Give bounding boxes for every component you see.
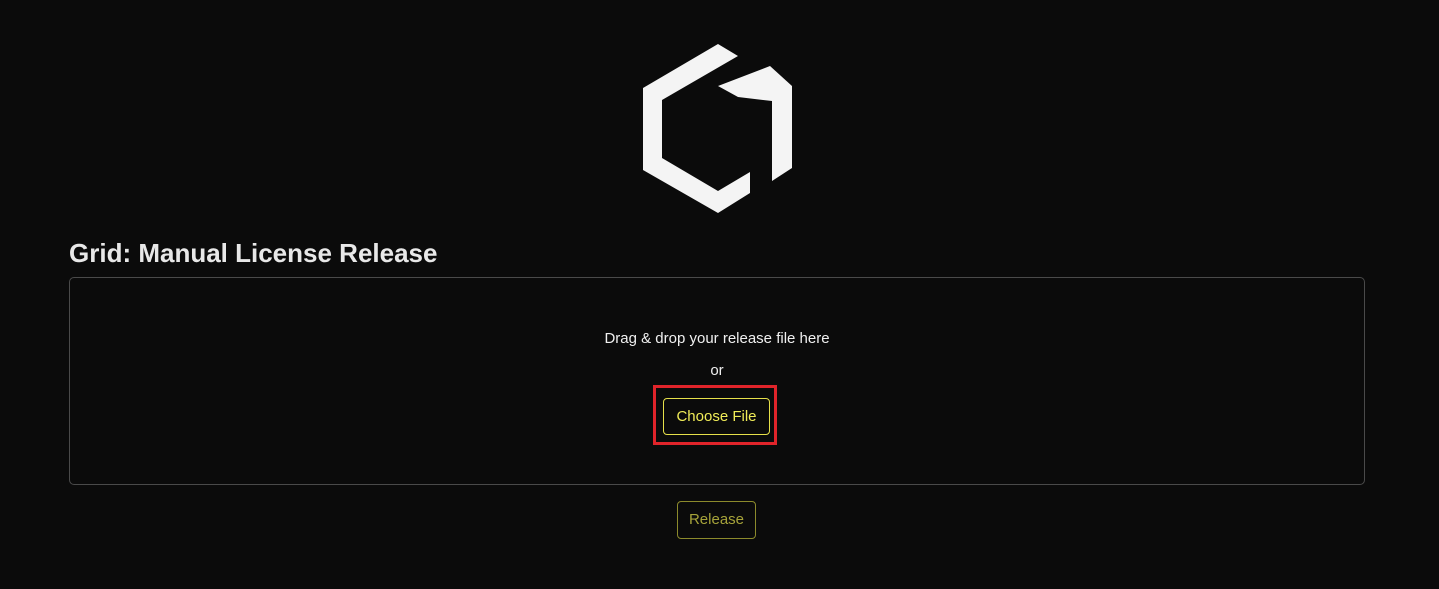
dropzone-separator: or <box>710 362 724 379</box>
file-dropzone[interactable]: Drag & drop your release file here or Ch… <box>69 277 1365 485</box>
dropzone-instruction: Drag & drop your release file here <box>604 330 830 347</box>
hexagon-logo-icon <box>643 44 792 213</box>
page-title: Grid: Manual License Release <box>69 238 438 268</box>
page: Grid: Manual License Release Drag & drop… <box>0 0 1439 589</box>
choose-file-button[interactable]: Choose File <box>663 398 770 435</box>
release-button[interactable]: Release <box>677 501 756 539</box>
